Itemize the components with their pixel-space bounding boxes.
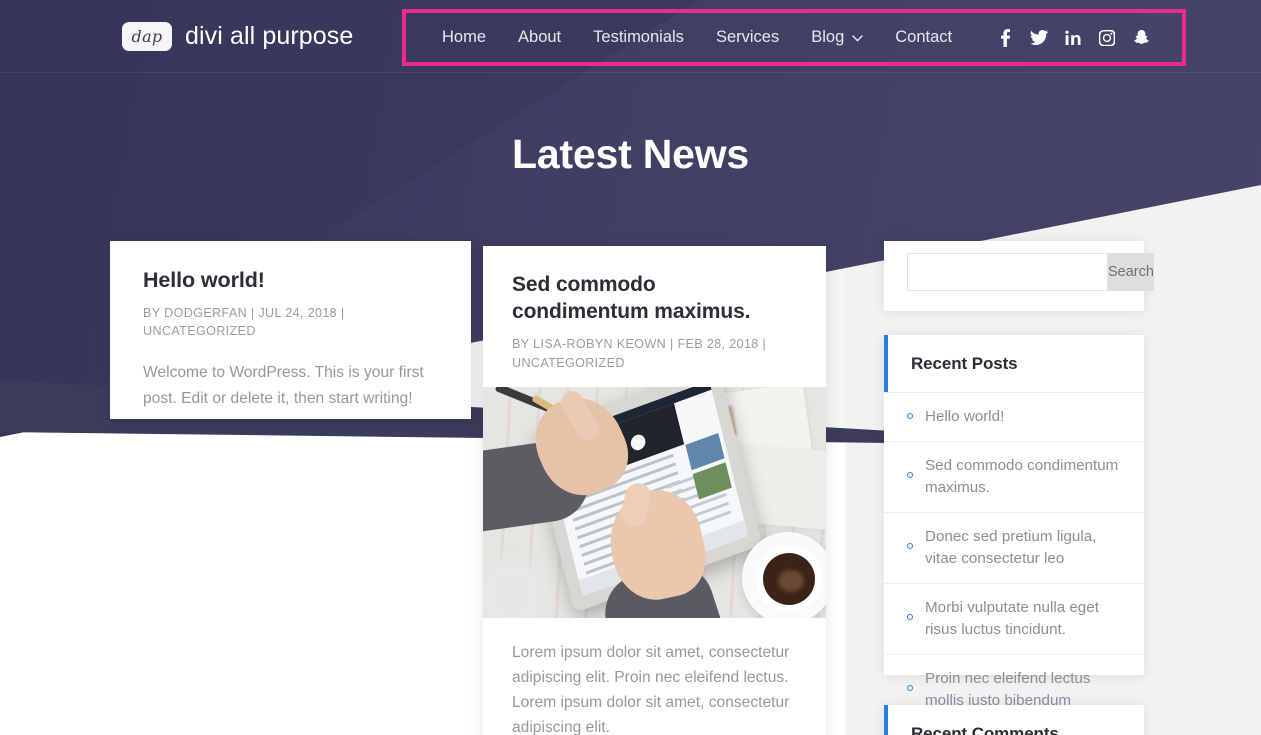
post-author-link[interactable]: LISA-ROBYN KEOWN (533, 337, 666, 351)
list-item[interactable]: Donec sed pretium ligula, vitae consecte… (884, 513, 1144, 585)
search-input[interactable] (907, 253, 1108, 291)
post-body: Sed commodo condimentum maximus. BY LISA… (483, 246, 826, 373)
page-title: Latest News (511, 131, 750, 177)
post-date: JUL 24, 2018 (258, 305, 338, 320)
post-meta-sep: | (666, 336, 678, 351)
search-row: Search (884, 241, 1154, 291)
post-meta-by: BY (512, 336, 530, 351)
recent-posts-list: Hello world! Sed commodo condimentum max… (884, 393, 1144, 725)
snapchat-icon[interactable] (1124, 25, 1158, 51)
post-excerpt: Lorem ipsum dolor sit amet, consectetur … (512, 643, 790, 735)
nav-label: About (518, 28, 562, 46)
twitter-icon[interactable] (1022, 25, 1056, 51)
post-card[interactable]: Hello world! BY DODGERFAN | JUL 24, 2018… (110, 241, 471, 419)
list-item[interactable]: Hello world! (884, 393, 1144, 443)
post-meta-sep: | (758, 336, 767, 351)
brand-logo[interactable]: dap divi all purpose (122, 21, 353, 51)
recent-post-link[interactable]: Sed commodo condimentum maximus. (925, 455, 1124, 499)
bullet-icon (907, 614, 913, 621)
page-root: dap divi all purpose Home About Testimon… (0, 0, 1261, 735)
social-links (988, 25, 1158, 51)
post-category-link[interactable]: UNCATEGORIZED (143, 324, 256, 338)
post-meta-sep: | (337, 305, 345, 320)
logo-badge: dap (122, 21, 172, 51)
post-author-link[interactable]: DODGERFAN (164, 306, 247, 320)
widget-header: Recent Comments (884, 705, 1144, 735)
tablet-desk-photo (483, 386, 826, 618)
post-title[interactable]: Hello world! (143, 267, 438, 295)
nav-label: Testimonials (593, 28, 684, 46)
post-meta-by: BY (143, 305, 161, 320)
nav-label: Blog (811, 28, 845, 46)
brand-word-1: divi (185, 21, 223, 50)
post-card[interactable]: Sed commodo condimentum maximus. BY LISA… (483, 246, 826, 735)
main-navigation: Home About Testimonials Services Blog Co… (402, 9, 1186, 66)
search-widget: Search (884, 241, 1154, 311)
recent-post-link[interactable]: Hello world! (925, 406, 1004, 428)
post-category-link[interactable]: UNCATEGORIZED (512, 356, 625, 370)
recent-post-link[interactable]: Donec sed pretium ligula, vitae consecte… (925, 526, 1124, 570)
post-body: Hello world! BY DODGERFAN | JUL 24, 2018… (110, 241, 471, 411)
bullet-icon (907, 472, 913, 479)
nav-item-services[interactable]: Services (716, 28, 779, 47)
recent-post-link[interactable]: Morbi vulputate nulla eget risus luctus … (925, 597, 1124, 641)
nav-item-about[interactable]: About (518, 28, 561, 47)
post-meta-sep: | (247, 305, 259, 320)
nav-label: Home (442, 28, 487, 46)
brand-word-2: all purpose (229, 21, 354, 50)
post-meta: BY DODGERFAN | JUL 24, 2018 | UNCATEGORI… (143, 304, 438, 342)
nav-item-contact[interactable]: Contact (895, 28, 952, 47)
post-meta: BY LISA-ROBYN KEOWN | FEB 28, 2018 | UNC… (512, 335, 797, 373)
post-excerpt: Welcome to WordPress. This is your first… (143, 364, 424, 407)
nav-item-blog[interactable]: Blog (811, 28, 863, 47)
brand-name: divi all purpose (185, 22, 353, 51)
widget-title: Recent Comments (911, 724, 1059, 735)
nav-label: Contact (895, 28, 953, 46)
bullet-icon (907, 413, 913, 419)
widget-title: Recent Posts (911, 354, 1018, 373)
post-title[interactable]: Sed commodo condimentum maximus. (512, 272, 797, 326)
bullet-icon (907, 685, 913, 692)
nav-item-testimonials[interactable]: Testimonials (593, 28, 684, 47)
list-item[interactable]: Sed commodo condimentum maximus. (884, 442, 1144, 514)
chevron-down-icon (852, 33, 863, 45)
search-button[interactable]: Search (1108, 253, 1154, 291)
nav-item-home[interactable]: Home (442, 28, 486, 47)
post-date: FEB 28, 2018 (677, 336, 759, 351)
bullet-icon (907, 543, 913, 550)
nav-label: Services (715, 28, 780, 46)
widget-header: Recent Posts (884, 335, 1144, 393)
facebook-icon[interactable] (988, 25, 1022, 51)
post-featured-image[interactable] (483, 386, 826, 618)
recent-comments-widget: Recent Comments (884, 705, 1144, 735)
instagram-icon[interactable] (1090, 25, 1124, 51)
recent-posts-widget: Recent Posts Hello world! Sed commodo co… (884, 335, 1144, 709)
linkedin-icon[interactable] (1056, 25, 1090, 51)
list-item[interactable]: Morbi vulputate nulla eget risus luctus … (884, 584, 1144, 656)
